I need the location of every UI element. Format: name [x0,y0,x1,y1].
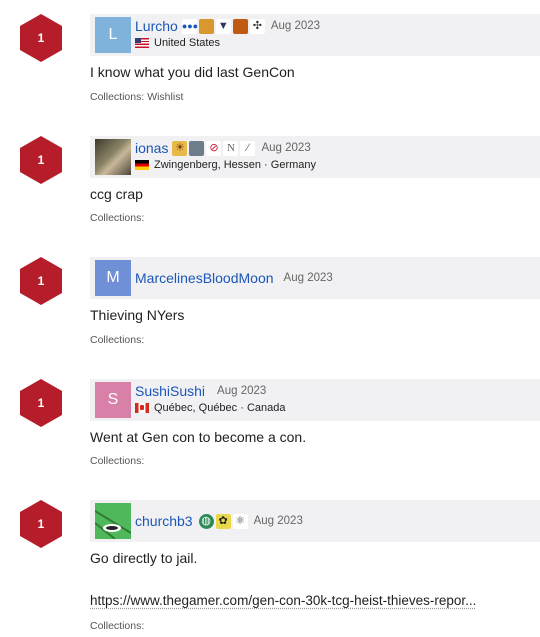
collections-label[interactable]: Collections: [90,334,144,346]
comment-text: Thieving NYers [90,307,185,323]
username-link[interactable]: MarcelinesBloodMoon [135,270,274,286]
n-icon[interactable]: N [223,140,239,156]
germany-flag-icon [135,160,149,170]
anvil-icon[interactable]: ▼ [215,18,231,34]
collections-label[interactable]: Collections: [90,620,144,632]
user-header: ionas ☀ ⊘ N ⁄ Aug 2023 Zwingenberg, Hess… [90,136,540,178]
avatar[interactable]: S [95,382,131,418]
avatar[interactable]: M [95,260,131,296]
grid-icon[interactable] [232,18,248,34]
rating-badge: 1 [20,136,62,184]
rating-badge: 1 [20,257,62,305]
beer-icon[interactable] [198,18,214,34]
us-flag-icon [135,38,149,48]
comment-text: Went at Gen con to become a con. [90,429,307,445]
rating-value: 1 [37,274,45,288]
rating-value: 1 [37,31,45,45]
user-header: M MarcelinesBloodMoon Aug 2023 [90,257,540,299]
no-smoking-icon[interactable]: ⊘ [206,140,222,156]
photo-avatar[interactable] [95,139,131,175]
sun-icon[interactable]: ☀ [172,140,188,156]
collections-label[interactable]: Collections: [90,455,144,467]
feather-icon[interactable]: ⁄ [240,140,256,156]
comment-text: ccg crap [90,186,143,202]
network-icon[interactable]: ✣ [249,18,265,34]
location: Zwingenberg, Hessen · Germany [154,159,317,171]
user-header: S SushiSushi Aug 2023 Québec, Québec · C… [90,379,540,421]
avatar[interactable]: L [95,17,131,53]
plant-icon[interactable]: ✿ [215,513,231,529]
globe-icon[interactable]: ◍ [198,513,214,529]
collections-label[interactable]: Collections: [90,212,144,224]
post-date: Aug 2023 [261,142,311,154]
rating-value: 1 [37,153,45,167]
atom-icon[interactable]: ⚛ [232,513,248,529]
collections-label[interactable]: Collections: Wishlist [90,91,183,103]
rating-value: 1 [37,396,45,410]
user-header: L Lurcho ●●● ▼ ✣ Aug 2023 United States [90,14,540,56]
post-date: Aug 2023 [217,385,267,397]
rating-badge: 1 [20,379,62,427]
landscape-icon[interactable] [189,140,205,156]
username-link[interactable]: SushiSushi [135,383,205,399]
rating-value: 1 [37,517,45,531]
post-date: Aug 2023 [283,272,333,284]
canada-flag-icon [135,403,149,413]
username-link[interactable]: churchb3 [135,513,193,529]
article-link[interactable]: https://www.thegamer.com/gen-con-30k-tcg… [90,593,476,608]
location: United States [154,37,221,49]
user-header: churchb3 ◍ ✿ ⚛ Aug 2023 [90,500,540,542]
location: Québec, Québec · Canada [154,402,286,414]
comment-text: I know what you did last GenCon [90,64,295,80]
comment-text: Go directly to jail. [90,550,198,566]
username-link[interactable]: ionas [135,140,168,156]
post-date: Aug 2023 [253,515,303,527]
rating-badge: 1 [20,14,62,62]
dots-icon[interactable]: ●●● [181,18,198,34]
post-date: Aug 2023 [270,20,321,32]
username-link[interactable]: Lurcho [135,18,178,34]
green-image-avatar[interactable] [95,503,131,539]
rating-badge: 1 [20,500,62,548]
